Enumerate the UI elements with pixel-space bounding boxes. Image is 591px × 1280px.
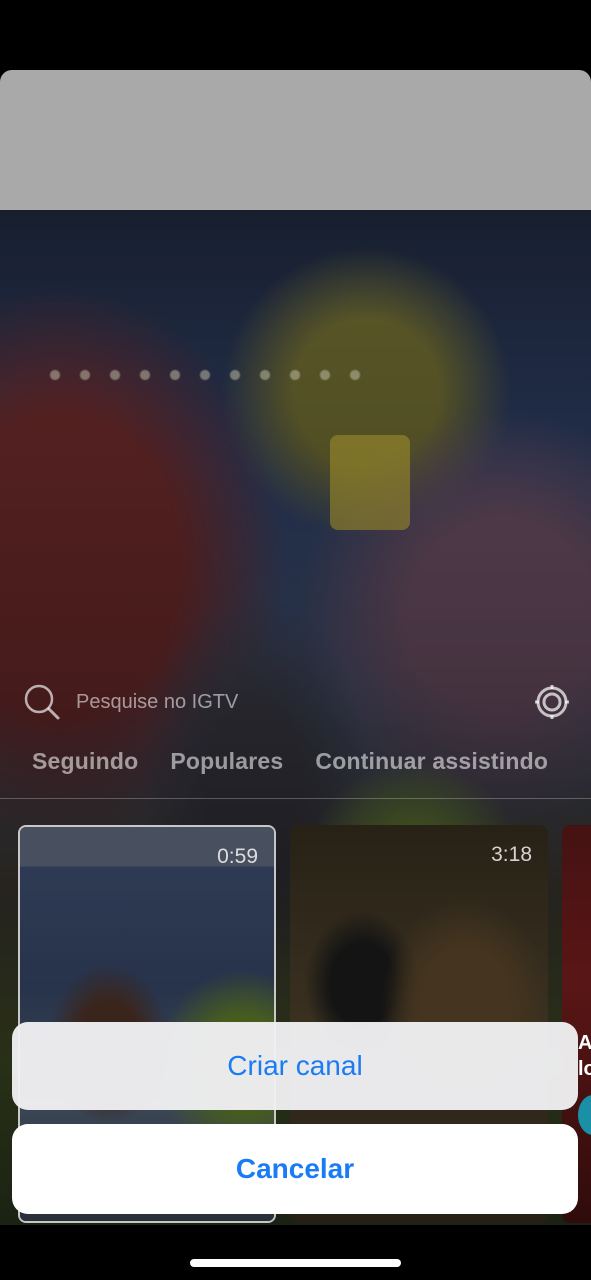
tab-populares[interactable]: Populares (170, 748, 283, 775)
tab-seguindo[interactable]: Seguindo (32, 748, 138, 775)
stage-logo-decor (330, 435, 410, 530)
search-input[interactable]: Pesquise no IGTV (76, 691, 238, 714)
settings-gear-icon[interactable] (534, 684, 570, 720)
video-duration: 0:59 (217, 845, 258, 868)
create-channel-button[interactable]: Criar canal (12, 1022, 578, 1110)
create-channel-label: Criar canal (227, 1050, 363, 1081)
cancel-label: Cancelar (235, 1153, 355, 1184)
home-indicator[interactable] (190, 1259, 401, 1267)
tabs-divider (0, 798, 591, 799)
tab-bar: Seguindo Populares Continuar assistindo (32, 748, 580, 775)
search-icon (22, 682, 62, 722)
peek-video-title: A lo (578, 1032, 591, 1080)
cancel-button[interactable]: Cancelar (12, 1124, 578, 1214)
sheet-header (0, 70, 591, 210)
tab-continuar-assistindo[interactable]: Continuar assistindo (315, 748, 548, 775)
search-bar[interactable]: Pesquise no IGTV (22, 682, 570, 722)
stage-lights-decor (40, 360, 370, 398)
video-duration: 3:18 (491, 843, 532, 866)
